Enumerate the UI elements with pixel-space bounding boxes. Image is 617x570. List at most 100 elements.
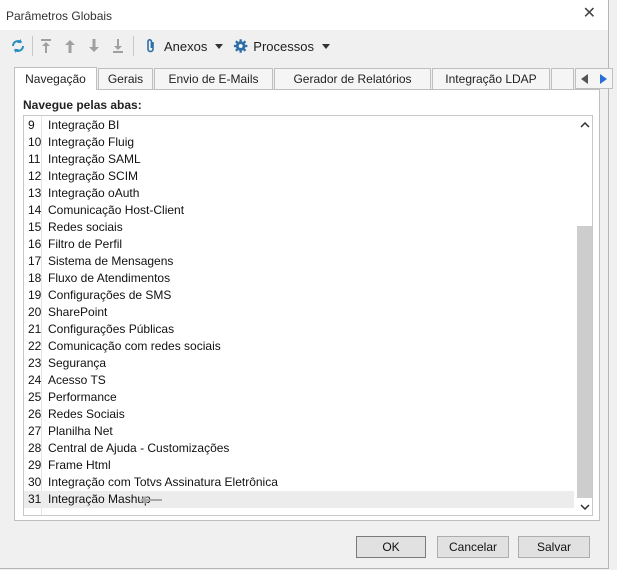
dialog-window: Parâmetros Globais ✕ Anexos Processos Na… [0,0,613,569]
list-item-number: 17 [28,254,42,268]
list-item[interactable]: 12 Integração SCIM [24,168,574,185]
move-bottom-button[interactable] [109,35,127,57]
toolbar-separator [32,36,33,56]
chevron-down-icon [579,503,590,510]
paperclip-icon [147,39,154,53]
save-button[interactable]: Salvar [518,536,590,558]
tab-navegacao[interactable]: Navegação [14,67,97,90]
list-item[interactable]: 29 Frame Html [24,457,574,474]
list-item-number: 24 [28,373,42,387]
list-item-label: Comunicação Host-Client [48,203,185,217]
arrow-left-icon [140,496,162,504]
tab-scroll-buttons [575,68,613,89]
scroll-right-icon[interactable] [599,73,607,84]
list-item[interactable]: 9 Integração BI [24,117,574,134]
list-item-label: Performance [48,390,117,404]
list-item[interactable]: 23 Segurança [24,355,574,372]
scrollbar-thumb[interactable] [577,226,592,498]
list-item-label: Integração SCIM [48,169,139,183]
chevron-down-icon [215,43,224,49]
move-top-icon [41,39,51,53]
arrow-down-icon [89,39,99,52]
list-item[interactable]: 27 Planilha Net [24,423,574,440]
tab-gerador-relatorios[interactable]: Gerador de Relatórios [274,68,431,89]
chevron-up-icon [579,121,590,128]
list-item[interactable]: 16 Filtro de Perfil [24,236,574,253]
list-item-label: Redes Sociais [48,407,125,421]
close-icon[interactable]: ✕ [583,6,596,22]
list-item-number: 16 [28,237,42,251]
list-item[interactable]: 31 Integração Mashup [24,491,574,508]
list-item-number: 22 [28,339,42,353]
scroll-left-icon[interactable] [581,73,589,84]
title-bar: Parâmetros Globais ✕ [0,0,608,30]
panel-label: Navegue pelas abas: [23,98,142,112]
list-item[interactable]: 13 Integração oAuth [24,185,574,202]
list-item-number: 31 [28,492,42,506]
list-item[interactable]: 17 Sistema de Mensagens [24,253,574,270]
move-bottom-icon [113,39,123,53]
scroll-up-button[interactable] [576,116,592,133]
move-up-button[interactable] [61,35,79,57]
list-item[interactable]: 30 Integração com Totvs Assinatura Eletrô… [24,474,574,491]
list-item[interactable]: 22 Comunicação com redes sociais [24,338,574,355]
chevron-down-icon [322,43,330,49]
list-item[interactable]: 26 Redes Sociais [24,406,574,423]
list-item[interactable]: 24 Acesso TS [24,372,574,389]
attachments-label: Anexos [164,38,208,54]
list-item-label: Comunicação com redes sociais [48,339,221,353]
tab-gerais[interactable]: Gerais [98,68,153,89]
tab-panel: Navegue pelas abas: 9 Integração BI 10 Inte… [14,89,600,521]
list-item[interactable]: 21 Configurações Públicas [24,321,574,338]
list-item-number: 12 [28,169,42,183]
navigation-list[interactable]: 9 Integração BI 10 Integração Fluig 11 Integr… [23,115,593,516]
list-item-label: Redes sociais [48,220,123,234]
gear-icon [233,39,248,53]
list-item-label: Integração BI [48,118,120,132]
list-item[interactable]: 19 Configurações de SMS [24,287,574,304]
tab-strip: Navegação Gerais Envio de E-Mails Gerado… [14,67,613,90]
toolbar: Anexos Processos [0,32,608,60]
list-item-number: 21 [28,322,42,336]
list-item-number: 29 [28,458,42,472]
list-item[interactable]: 25 Performance [24,389,574,406]
attachments-menu-button[interactable]: Anexos [142,35,224,57]
list-item-label: Acesso TS [48,373,106,387]
ok-button[interactable]: OK [356,536,426,558]
list-item-label: Filtro de Perfil [48,237,123,251]
list-item-number: 18 [28,271,42,285]
processes-menu-button[interactable]: Processos [232,35,330,57]
cancel-button[interactable]: Cancelar [437,536,509,558]
move-top-button[interactable] [37,35,55,57]
arrow-up-icon [65,40,75,53]
list-item-number: 13 [28,186,42,200]
list-item-number: 28 [28,441,42,455]
list-item[interactable]: 10 Integração Fluig [24,134,574,151]
list-item-label: Integração Fluig [48,135,135,149]
move-down-button[interactable] [85,35,103,57]
list-item[interactable]: 18 Fluxo de Atendimentos [24,270,574,287]
list-item-label: SharePoint [48,305,108,319]
list-item-number: 23 [28,356,42,370]
list-item-number: 19 [28,288,42,302]
list-item-label: Configurações Públicas [48,322,175,336]
tab-integracao-ldap[interactable]: Integração LDAP [432,68,550,89]
refresh-button[interactable] [8,35,28,57]
list-item-label: Integração com Totvs Assinatura Eletrôni… [48,475,278,489]
refresh-icon [12,39,24,53]
list-item-number: 9 [28,118,35,132]
vertical-scrollbar[interactable] [576,116,592,515]
scroll-down-button[interactable] [576,498,592,515]
list-item-number: 26 [28,407,42,421]
list-item-label: Frame Html [48,458,111,472]
list-item[interactable]: 28 Central de Ajuda - Customizações [24,440,574,457]
tab-partial[interactable] [551,68,574,89]
list-item-label: Integração Mashup [48,492,151,506]
list-item[interactable]: 20 SharePoint [24,304,574,321]
tab-envio-emails[interactable]: Envio de E-Mails [154,68,273,89]
list-item[interactable]: 11 Integração SAML [24,151,574,168]
processes-label: Processos [253,38,314,54]
list-item[interactable]: 14 Comunicação Host-Client [24,202,574,219]
list-item[interactable]: 15 Redes sociais [24,219,574,236]
list-item-label: Configurações de SMS [48,288,172,302]
